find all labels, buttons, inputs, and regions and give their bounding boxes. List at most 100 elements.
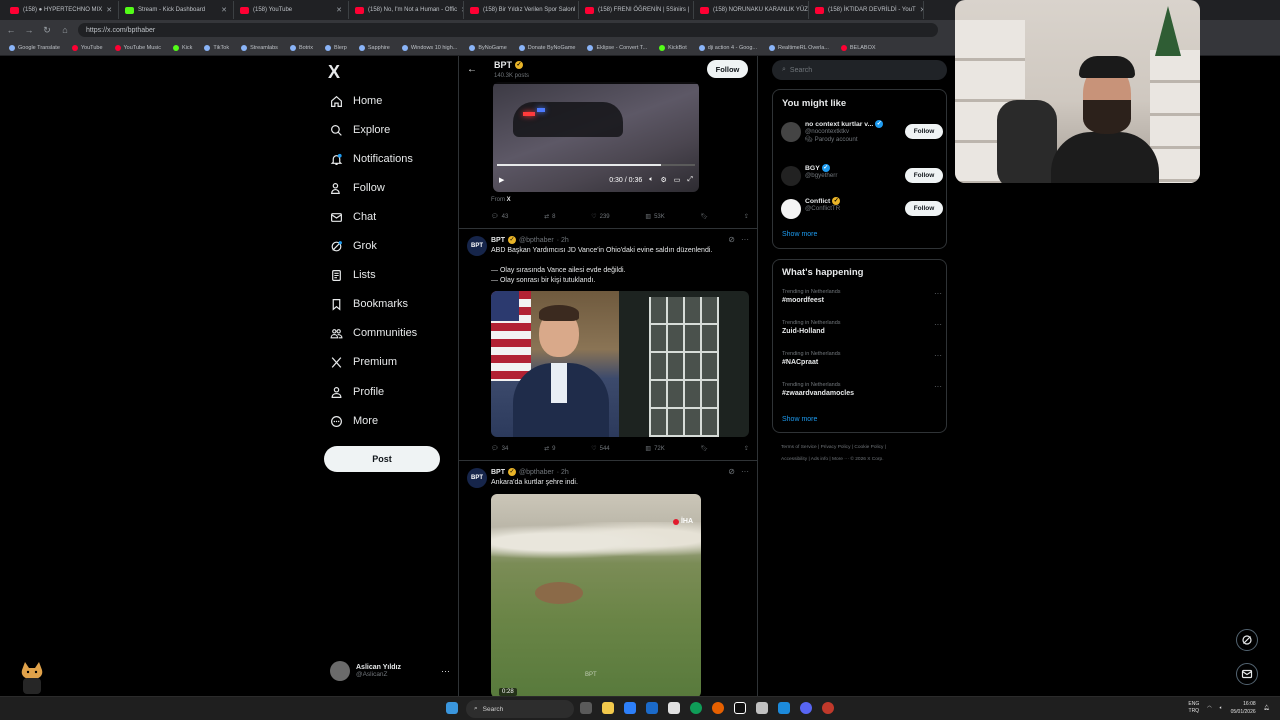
bookmark[interactable]: KickBot xyxy=(654,44,692,51)
nav-item-more[interactable]: More xyxy=(330,412,378,430)
more-icon[interactable]: ··· xyxy=(934,289,942,298)
bookmark[interactable]: Eklipse - Convert T... xyxy=(582,44,652,51)
chrome-icon[interactable] xyxy=(690,702,702,714)
repost-button[interactable]: ⇄ 9 xyxy=(544,445,555,453)
browser-tab[interactable]: (158) İKTIDAR DEVRİLDİ - YouT ✕ xyxy=(809,1,924,19)
post-button[interactable]: Post xyxy=(324,446,440,472)
settings-icon[interactable]: ⚙︎ xyxy=(660,176,666,184)
nav-item-home[interactable]: Home xyxy=(330,92,382,110)
bookmark[interactable]: Blerp xyxy=(320,44,352,51)
reply-button[interactable]: 💬︎ 34 xyxy=(491,445,508,453)
url-field[interactable]: https://x.com/bpthaber xyxy=(78,23,938,37)
app-icon[interactable] xyxy=(624,702,636,714)
clock[interactable]: 16:08 05/01/2026 xyxy=(1231,700,1256,716)
trend-item[interactable]: Trending in Netherlands #zwaardvandamocl… xyxy=(782,382,942,397)
bookmark[interactable]: TikTok xyxy=(199,44,234,51)
nav-item-bookmarks[interactable]: Bookmarks xyxy=(330,295,408,313)
browser-tab[interactable]: (158) FRENI ÖĞRENİN | 5Siniirs |✕ xyxy=(579,1,694,19)
nav-item-follow[interactable]: Follow xyxy=(330,179,385,197)
browser-tab[interactable]: (158) ● HYPERTECHNO MIX ✕ xyxy=(4,1,119,19)
bookmark[interactable]: YouTube xyxy=(67,44,108,51)
browser-tab[interactable]: (158) No, I'm Not a Human - Offic✕ xyxy=(349,1,464,19)
volume-icon[interactable]: 🔈︎ xyxy=(649,176,653,184)
bookmark[interactable]: dji action 4 - Goog... xyxy=(694,44,762,51)
close-icon[interactable]: ✕ xyxy=(221,6,227,14)
app-icon[interactable] xyxy=(778,702,790,714)
discord-icon[interactable] xyxy=(800,702,812,714)
follow-button[interactable]: Follow xyxy=(707,60,748,78)
play-icon[interactable]: ▶ xyxy=(499,176,504,184)
bookmark[interactable]: Botrix xyxy=(285,44,318,51)
windows-start-icon[interactable] xyxy=(446,702,458,714)
author-name[interactable]: BPT xyxy=(491,469,505,476)
grok-icon[interactable]: ⊘ xyxy=(728,235,735,244)
avatar[interactable]: BPT xyxy=(467,236,487,256)
wifi-icon[interactable]: ◠ xyxy=(1207,705,1211,711)
app-icon[interactable] xyxy=(646,702,658,714)
author-handle[interactable]: @bpthaber xyxy=(519,469,554,476)
messages-float-button[interactable] xyxy=(1236,663,1258,685)
video-player[interactable]: ▶ 0:30 / 0:36 🔈︎ ⚙︎ ▭ ⤢ xyxy=(493,82,699,192)
bookmark[interactable]: ByNoGame xyxy=(464,44,511,51)
notification-bell-icon[interactable]: 🔔︎ xyxy=(1264,705,1270,711)
forward-arrow-icon[interactable]: → xyxy=(24,25,34,35)
search-input[interactable]: ⌕ Search xyxy=(772,60,947,80)
bookmark[interactable]: Google Translate xyxy=(4,44,65,51)
firefox-icon[interactable] xyxy=(712,702,724,714)
like-button[interactable]: ♡ 239 xyxy=(591,213,609,221)
video-player[interactable]: İHA BPT 0:28 xyxy=(491,494,701,696)
more-icon[interactable]: ··· xyxy=(934,320,942,329)
back-arrow-icon[interactable]: ← xyxy=(6,25,16,35)
bookmark[interactable]: Sapphire xyxy=(354,44,395,51)
author-name[interactable]: BPT xyxy=(491,237,505,244)
pip-icon[interactable]: ▭ xyxy=(674,176,681,184)
views-button[interactable]: ▥ 53K xyxy=(645,213,664,221)
tweet-time[interactable]: · 2h xyxy=(557,237,569,244)
nav-item-communities[interactable]: Communities xyxy=(330,324,417,342)
browser-tab[interactable]: (158) Bir Yıldız Verilen Spor Salonl✕ xyxy=(464,1,579,19)
bookmark[interactable]: BELABOX xyxy=(836,44,881,51)
nav-item-profile[interactable]: Profile xyxy=(330,383,384,401)
nav-item-premium[interactable]: Premium xyxy=(330,353,397,371)
taskbar-search[interactable]: ⌕ Search xyxy=(466,700,574,718)
app-icon[interactable] xyxy=(756,702,768,714)
nav-item-explore[interactable]: Explore xyxy=(330,121,390,139)
browser-tab[interactable]: (158) NORUNAKU KARANLIK YÜZ✕ xyxy=(694,1,809,19)
follow-button[interactable]: Follow xyxy=(905,124,943,139)
like-button[interactable]: ♡ 544 xyxy=(591,445,609,453)
footer-line[interactable]: Accessibility | Ads info | More ··· © 20… xyxy=(781,454,941,466)
tweet-image[interactable] xyxy=(491,291,749,437)
fullscreen-icon[interactable]: ⤢ xyxy=(687,176,693,184)
trend-item[interactable]: Trending in Netherlands Zuid-Holland ··· xyxy=(782,320,942,335)
close-icon[interactable]: ✕ xyxy=(106,6,112,14)
home-icon[interactable]: ⌂ xyxy=(60,25,70,35)
repost-button[interactable]: ⇄ 8 xyxy=(544,213,555,221)
show-more-link[interactable]: Show more xyxy=(782,416,817,423)
obs-icon[interactable] xyxy=(822,702,834,714)
reload-icon[interactable]: ↻ xyxy=(42,25,52,36)
more-icon[interactable]: ··· xyxy=(741,235,749,244)
footer-line[interactable]: Terms of Service | Privacy Policy | Cook… xyxy=(781,442,941,454)
browser-tab[interactable]: (158) YouTube ✕ xyxy=(234,1,349,19)
bookmark[interactable]: Kick xyxy=(168,44,197,51)
share-button[interactable]: ⇪ xyxy=(744,445,749,452)
tweet-time[interactable]: · 2h xyxy=(557,469,569,476)
bookmark[interactable]: Streamlabs xyxy=(236,44,283,51)
task-view-icon[interactable] xyxy=(580,702,592,714)
bookmark[interactable]: Windows 10 high... xyxy=(397,44,462,51)
volume-icon[interactable]: 🔈︎ xyxy=(1220,705,1223,711)
suggestion-item[interactable]: Conflict ✓ @ConflictTR Follow xyxy=(781,197,943,227)
more-icon[interactable]: ··· xyxy=(441,666,450,676)
app-icon[interactable] xyxy=(668,702,680,714)
close-icon[interactable]: ✕ xyxy=(920,6,923,14)
video-progress-bar[interactable] xyxy=(497,164,695,166)
bookmark[interactable]: Donate ByNoGame xyxy=(514,44,581,51)
trend-item[interactable]: Trending in Netherlands #moordfeest ··· xyxy=(782,289,942,304)
suggestion-item[interactable]: BGY ✓ @bgyetherr Follow xyxy=(781,164,943,194)
grok-float-button[interactable] xyxy=(1236,629,1258,651)
author-handle[interactable]: @bpthaber xyxy=(519,237,554,244)
x-logo-icon[interactable]: X xyxy=(328,62,340,83)
bookmark-tweet-button[interactable]: 🔖︎ xyxy=(701,445,709,452)
from-source[interactable]: X xyxy=(507,197,511,203)
nav-item-lists[interactable]: Lists xyxy=(330,266,376,284)
